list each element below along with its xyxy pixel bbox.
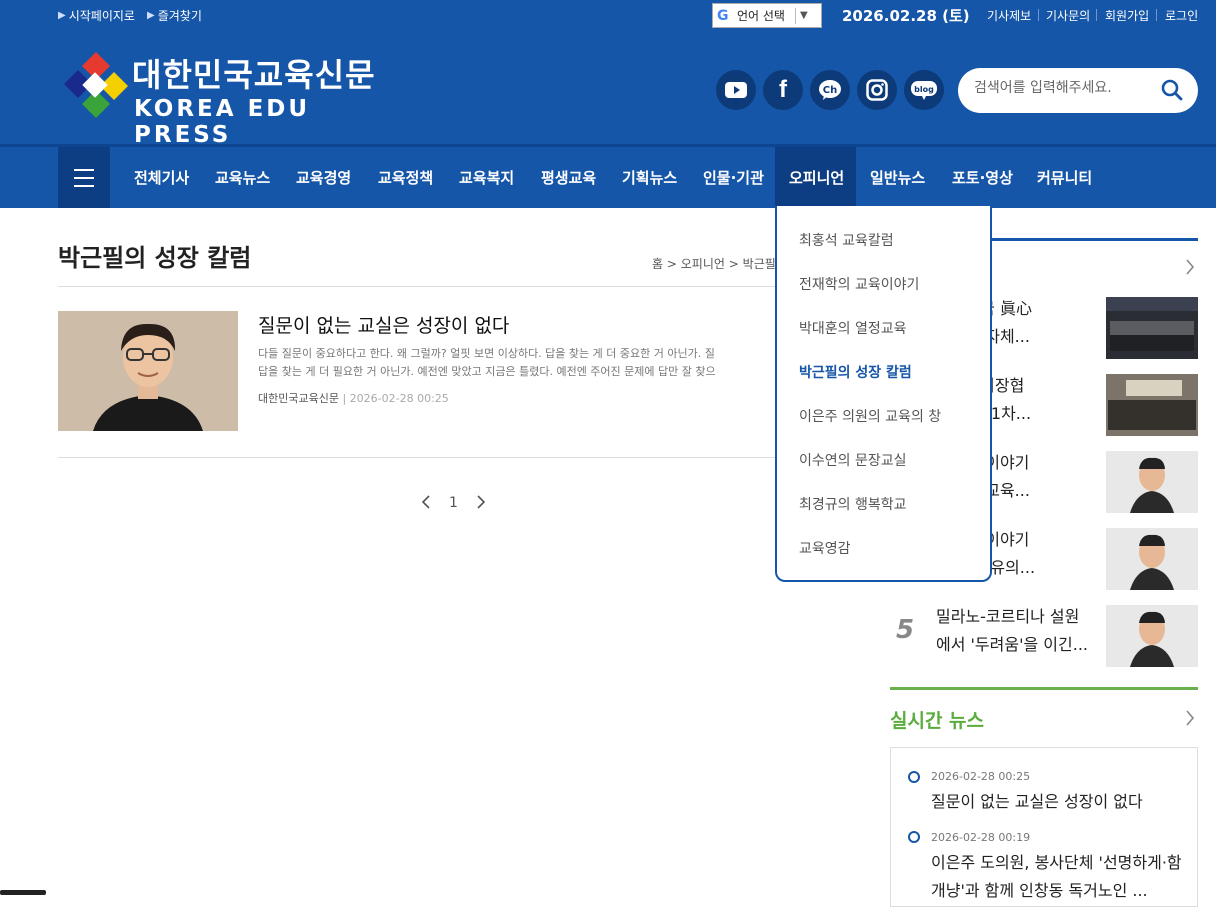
divider [1156, 9, 1157, 21]
bookmark-link[interactable]: ▶ 즐겨찾기 [147, 7, 202, 24]
breadcrumb-current[interactable]: 박근필 [743, 257, 776, 271]
dropdown-item[interactable]: 이수연의 문장교실 [799, 450, 907, 470]
breadcrumb-opinion[interactable]: 오피니언 [681, 257, 725, 271]
ranking-thumbnail [1106, 451, 1198, 513]
article-thumbnail[interactable] [58, 311, 238, 431]
live-news-list: 2026-02-28 00:25 질문이 없는 교실은 성장이 없다 2026-… [890, 747, 1198, 907]
nav-item-community[interactable]: 커뮤니티 [1037, 167, 1092, 188]
triangle-icon: ▶ [58, 10, 66, 21]
live-news-date: 2026-02-28 00:19 [931, 831, 1031, 844]
chevron-right-icon[interactable] [1185, 709, 1195, 732]
article-date: 2026-02-28 00:25 [349, 392, 449, 405]
chevron-right-icon: > [666, 257, 677, 271]
current-date: 2026.02.28 (토) [842, 7, 970, 25]
opinion-dropdown-menu: 최홍석 교육칼럼 전재학의 교육이야기 박대훈의 열정교육 박근필의 성장 칼럼… [775, 206, 992, 582]
ranking-thumbnail [1106, 528, 1198, 590]
nav-item-opinion[interactable]: 오피니언 [789, 167, 844, 188]
bullet-icon [908, 831, 920, 843]
ranking-number: 5 [896, 615, 915, 645]
logo-korean-text: 대한민국교육신문 [132, 56, 376, 94]
start-page-link[interactable]: ▶ 시작페이지로 [58, 7, 135, 24]
ranking-headline: 밀라노-코르티나 설원 에서 '두려움'을 이긴... [936, 607, 1088, 654]
language-label: 언어 선택 [737, 9, 785, 23]
divider [58, 286, 776, 287]
dropdown-item[interactable]: 최홍석 교육칼럼 [799, 230, 894, 250]
kakao-channel-icon[interactable]: Ch [810, 70, 850, 110]
dropdown-item[interactable]: 박대훈의 열정교육 [799, 318, 907, 338]
ranking-thumbnail [1106, 605, 1198, 667]
article-summary-line: 다들 질문이 중요하다고 한다. 왜 그럴까? 얼핏 보면 이상하다. 답을 찾… [258, 347, 715, 360]
article-meta: 대한민국교육신문 | 2026-02-28 00:25 [258, 390, 449, 406]
nav-item-feature-news[interactable]: 기획뉴스 [622, 167, 677, 188]
dropdown-item[interactable]: 교육영감 [799, 538, 851, 558]
live-news-date: 2026-02-28 00:25 [931, 770, 1031, 783]
live-news-headline[interactable]: 질문이 없는 교실은 성장이 없다 [931, 788, 1193, 816]
youtube-icon[interactable] [716, 70, 756, 110]
svg-text:blog: blog [914, 85, 934, 94]
dropdown-item[interactable]: 이은주 의원의 교육의 창 [799, 406, 941, 426]
search-icon[interactable] [1161, 79, 1183, 105]
dropdown-item[interactable]: 최경규의 행복학교 [799, 494, 907, 514]
nav-item-education-management[interactable]: 교육경영 [296, 167, 351, 188]
nav-item-people-institutions[interactable]: 인물·기관 [703, 167, 764, 188]
language-select[interactable]: G 언어 선택 ▼ [712, 3, 822, 28]
divider [794, 7, 796, 24]
live-news-headline[interactable]: 이은주 도의원, 봉사단체 '선명하게·함개냥'과 함께 인창동 독거노인 ..… [931, 849, 1193, 905]
search-input[interactable] [974, 80, 1154, 96]
svg-text:Ch: Ch [823, 85, 837, 96]
nav-item-general-news[interactable]: 일반뉴스 [870, 167, 925, 188]
dropdown-item-active[interactable]: 박근필의 성장 칼럼 [799, 362, 912, 382]
breadcrumb: 홈 > 오피니언 > 박근필 [652, 255, 776, 272]
ranking-thumbnail [1106, 297, 1198, 359]
signup-link[interactable]: 회원가입 [1105, 7, 1149, 24]
ranking-thumbnail [1106, 374, 1198, 436]
page-title: 박근필의 성장 칼럼 [58, 244, 252, 272]
nav-item-lifelong-education[interactable]: 평생교육 [541, 167, 596, 188]
inquiry-link[interactable]: 기사문의 [1046, 7, 1090, 24]
divider [1096, 9, 1097, 21]
logo-english-text: KOREA EDU PRESS [134, 96, 311, 148]
divider [58, 457, 776, 458]
dropdown-item[interactable]: 전재학의 교육이야기 [799, 274, 919, 294]
article-summary: 다들 질문이 중요하다고 한다. 왜 그럴까? 얼핏 보면 이상하다. 답을 찾… [258, 345, 776, 381]
nav-item-photo-video[interactable]: 포토·영상 [952, 167, 1013, 188]
divider: | [342, 392, 350, 405]
live-news-rule [890, 687, 1198, 690]
scrollbar-thumb[interactable] [0, 890, 46, 895]
next-page-icon[interactable] [476, 494, 486, 514]
instagram-icon[interactable] [857, 70, 897, 110]
live-news-title: 실시간 뉴스 [890, 710, 985, 732]
nav-item-education-policy[interactable]: 교육정책 [378, 167, 433, 188]
page-number[interactable]: 1 [449, 495, 458, 511]
nav-item-all-articles[interactable]: 전체기사 [134, 167, 189, 188]
bullet-icon [908, 771, 920, 783]
login-link[interactable]: 로그인 [1165, 7, 1198, 24]
chevron-right-icon: > [728, 257, 739, 271]
nav-item-education-news[interactable]: 교육뉴스 [215, 167, 270, 188]
blog-icon[interactable]: blog [904, 70, 944, 110]
search-box [958, 68, 1198, 113]
nav-item-education-welfare[interactable]: 교육복지 [459, 167, 514, 188]
breadcrumb-home[interactable]: 홈 [652, 257, 663, 271]
google-icon: G [717, 7, 729, 24]
divider [1038, 9, 1039, 21]
menu-icon[interactable] [58, 147, 110, 208]
dropdown-arrow-icon: ▼ [799, 10, 808, 21]
triangle-icon: ▶ [147, 10, 155, 21]
ranking-item[interactable]: 5 밀라노-코르티나 설원 에서 '두려움'을 이긴... [890, 605, 1198, 667]
article-source: 대한민국교육신문 [258, 392, 339, 405]
chevron-right-icon[interactable] [1185, 258, 1195, 281]
site-logo[interactable]: 대한민국교육신문 KOREA EDU PRESS [58, 46, 398, 148]
article-summary-line: 답을 찾는 게 더 필요한 거 아닌가. 예전엔 맞았고 지금은 틀렸다. 예전… [258, 365, 716, 378]
logo-mark-icon [64, 52, 128, 118]
prev-page-icon[interactable] [421, 494, 431, 514]
facebook-icon[interactable]: f [763, 70, 803, 110]
article-title[interactable]: 질문이 없는 교실은 성장이 없다 [258, 311, 509, 338]
report-link[interactable]: 기사제보 [987, 7, 1031, 24]
